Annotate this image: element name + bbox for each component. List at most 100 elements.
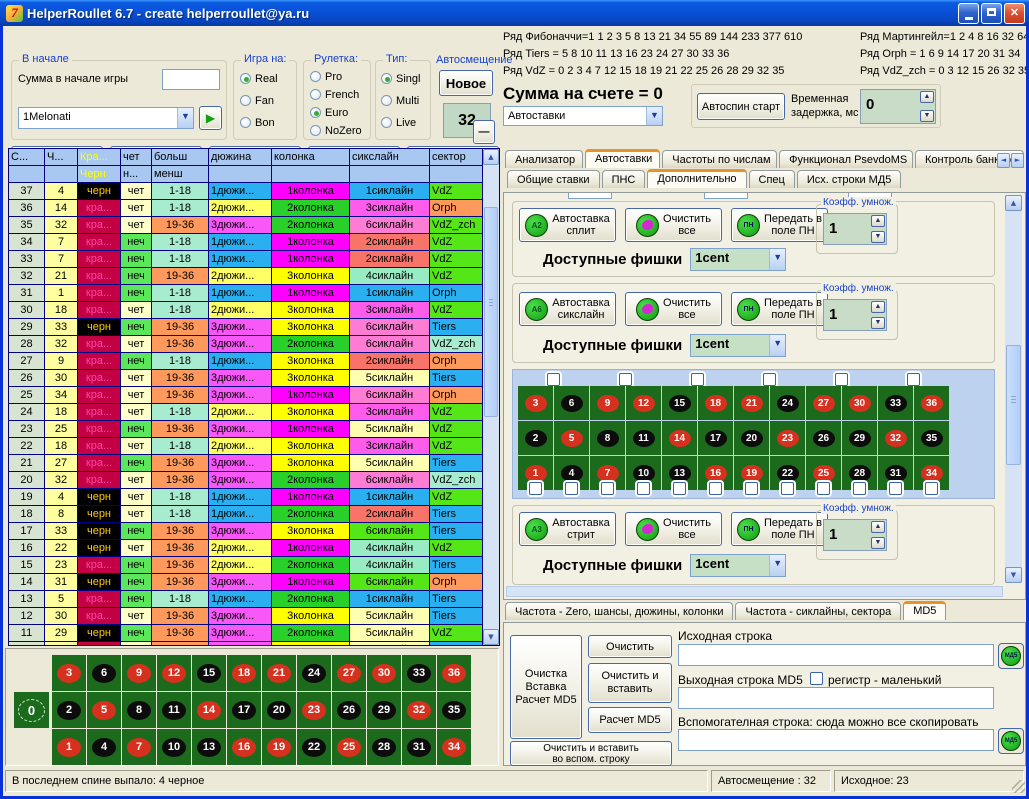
new-offset-button[interactable]: Новое	[439, 70, 493, 96]
roulette-number-8[interactable]: 8	[590, 421, 625, 455]
column-header[interactable]	[430, 166, 483, 183]
roulette-number-11[interactable]: 11	[626, 421, 661, 455]
table-row[interactable]: 2032кра...чет19-363дюжи...2колонка6сикла…	[9, 472, 483, 489]
roulette-number-19[interactable]: 19	[262, 729, 296, 765]
roulette-number-14[interactable]: 14	[192, 692, 226, 728]
roulette-number-15[interactable]: 15	[192, 655, 226, 691]
spin-down-button[interactable]: ▼	[920, 110, 934, 122]
street-checkbox[interactable]	[637, 482, 650, 495]
roulette-number-6[interactable]: 6	[554, 386, 589, 420]
roulette-number-18[interactable]: 18	[698, 386, 733, 420]
tab-bottom-2[interactable]: MD5	[903, 601, 946, 620]
radio-Pro[interactable]: Pro	[310, 69, 362, 84]
table-row[interactable]: 279кра...неч1-181дюжи...3колонка2сиклайн…	[9, 353, 483, 370]
roulette-number-26[interactable]: 26	[332, 692, 366, 728]
chips-combo[interactable]: 1cent ▼	[690, 554, 786, 577]
roulette-number-1[interactable]: 1	[52, 729, 86, 765]
street-checkbox[interactable]	[781, 482, 794, 495]
sixline-checkbox[interactable]	[547, 373, 560, 386]
column-header[interactable]	[9, 166, 45, 183]
minimize-button[interactable]	[958, 3, 979, 24]
table-row[interactable]: 2933черннеч19-363дюжи...3колонка6сиклайн…	[9, 319, 483, 336]
column-header[interactable]: колонка	[272, 149, 350, 166]
scrollbar-thumb[interactable]	[484, 207, 498, 417]
table-row[interactable]: 3018кра...чет1-182дюжи...3колонка3сиклай…	[9, 302, 483, 319]
scroll-down-icon[interactable]: ▼	[1005, 567, 1022, 583]
autobet-street-button[interactable]: A3 Автоставкастрит	[519, 512, 616, 546]
horizontal-scrollbar[interactable]	[506, 586, 1003, 597]
roulette-number-27[interactable]: 27	[332, 655, 366, 691]
koef-spinner[interactable]: 1 ▲▼	[823, 213, 887, 245]
aux-string-input[interactable]	[678, 729, 994, 751]
table-row[interactable]: 3614кра...чет1-182дюжи...2колонка3сиклай…	[9, 200, 483, 217]
md5-clear-insert-button[interactable]: Очистить ивставить	[588, 663, 672, 703]
md5-clear-button[interactable]: Очистить	[588, 635, 672, 658]
transfer-pn-button[interactable]: ПН Передать вполе ПН	[731, 512, 828, 546]
table-row[interactable]: 1230кра...чет19-363дюжи...3колонка5сикла…	[9, 608, 483, 625]
column-header[interactable]: Кра...	[78, 149, 121, 166]
roulette-number-24[interactable]: 24	[770, 386, 805, 420]
spin-up-button[interactable]: ▲	[871, 301, 885, 313]
resize-grip[interactable]	[1012, 780, 1025, 793]
delay-spinner[interactable]: 0 ▲▼	[860, 89, 936, 124]
roulette-number-12[interactable]: 12	[626, 386, 661, 420]
roulette-number-2[interactable]: 2	[52, 692, 86, 728]
roulette-number-20[interactable]: 20	[262, 692, 296, 728]
radio-Multi[interactable]: Multi	[381, 93, 420, 108]
md5-copy-icon-button[interactable]: МД5	[998, 728, 1024, 754]
koef-spinner[interactable]: 1 ▲▼	[823, 299, 887, 331]
column-header[interactable]	[272, 166, 350, 183]
tab-sub-2[interactable]: Дополнительно	[647, 169, 746, 188]
street-checkbox[interactable]	[673, 482, 686, 495]
chevron-down-icon[interactable]: ▼	[177, 108, 193, 128]
roulette-number-36[interactable]: 36	[437, 655, 471, 691]
roulette-number-24[interactable]: 24	[297, 655, 331, 691]
start-sum-input[interactable]	[162, 69, 220, 90]
table-row[interactable]: 1733черннеч19-363дюжи...3колонка6сиклайн…	[9, 523, 483, 540]
column-header[interactable]: чет	[121, 149, 152, 166]
table-row[interactable]: 2630кра...чет19-363дюжи...3колонка5сикла…	[9, 370, 483, 387]
column-header[interactable]: сикслайн	[350, 149, 430, 166]
transfer-pn-button[interactable]: ПН Передать вполе ПН	[731, 292, 828, 326]
column-header[interactable]	[45, 166, 78, 183]
autospin-start-button[interactable]: Автоспин старт	[697, 93, 785, 120]
collapse-button[interactable]: —	[473, 120, 495, 144]
roulette-number-15[interactable]: 15	[662, 386, 697, 420]
column-header[interactable]	[350, 166, 430, 183]
table-row[interactable]: 1129черннеч19-363дюжи...2колонка5сиклайн…	[9, 625, 483, 642]
roulette-number-25[interactable]: 25	[332, 729, 366, 765]
tab-bottom-1[interactable]: Частота - сиклайны, сектора	[735, 602, 901, 620]
tab-main-1[interactable]: Автоставки	[585, 149, 660, 168]
panel-scrollbar[interactable]: ▲ ▼	[1005, 195, 1022, 583]
source-string-input[interactable]	[678, 644, 994, 666]
street-checkbox[interactable]	[709, 482, 722, 495]
roulette-number-9[interactable]: 9	[590, 386, 625, 420]
md5-multi-button[interactable]: ОчисткаВставкаРасчет MD5	[510, 635, 582, 739]
roulette-number-23[interactable]: 23	[770, 421, 805, 455]
roulette-number-31[interactable]: 31	[402, 729, 436, 765]
roulette-number-20[interactable]: 20	[734, 421, 769, 455]
roulette-number-36[interactable]: 36	[914, 386, 949, 420]
roulette-number-5[interactable]: 5	[87, 692, 121, 728]
roulette-number-11[interactable]: 11	[157, 692, 191, 728]
radio-Fan[interactable]: Fan	[240, 93, 278, 108]
roulette-number-28[interactable]: 28	[367, 729, 401, 765]
chips-combo[interactable]: 1cent ▼	[690, 334, 786, 357]
roulette-number-22[interactable]: 22	[297, 729, 331, 765]
md5-clear-insert-aux-button[interactable]: Очистить и вставитьво вспом. строку	[510, 741, 672, 766]
spin-down-button[interactable]: ▼	[871, 317, 885, 329]
roulette-number-2[interactable]: 2	[518, 421, 553, 455]
autobet-split-button[interactable]: A2 Автоставкасплит	[519, 208, 616, 242]
chips-combo[interactable]: 1cent ▼	[690, 248, 786, 271]
table-row[interactable]: 311кра...неч1-181дюжи...1колонка1сиклайн…	[9, 285, 483, 302]
table-row[interactable]: 2127кра...неч19-363дюжи...3колонка5сикла…	[9, 455, 483, 472]
roulette-number-34[interactable]: 34	[437, 729, 471, 765]
scroll-up-icon[interactable]: ▲	[1005, 195, 1022, 211]
table-row[interactable]: 347кра...неч1-181дюжи...1колонка2сиклайн…	[9, 234, 483, 251]
spin-down-button[interactable]: ▼	[871, 231, 885, 243]
street-checkbox[interactable]	[745, 482, 758, 495]
sixline-checkbox[interactable]	[907, 373, 920, 386]
roulette-number-30[interactable]: 30	[842, 386, 877, 420]
roulette-number-26[interactable]: 26	[806, 421, 841, 455]
spin-up-button[interactable]: ▲	[871, 215, 885, 227]
